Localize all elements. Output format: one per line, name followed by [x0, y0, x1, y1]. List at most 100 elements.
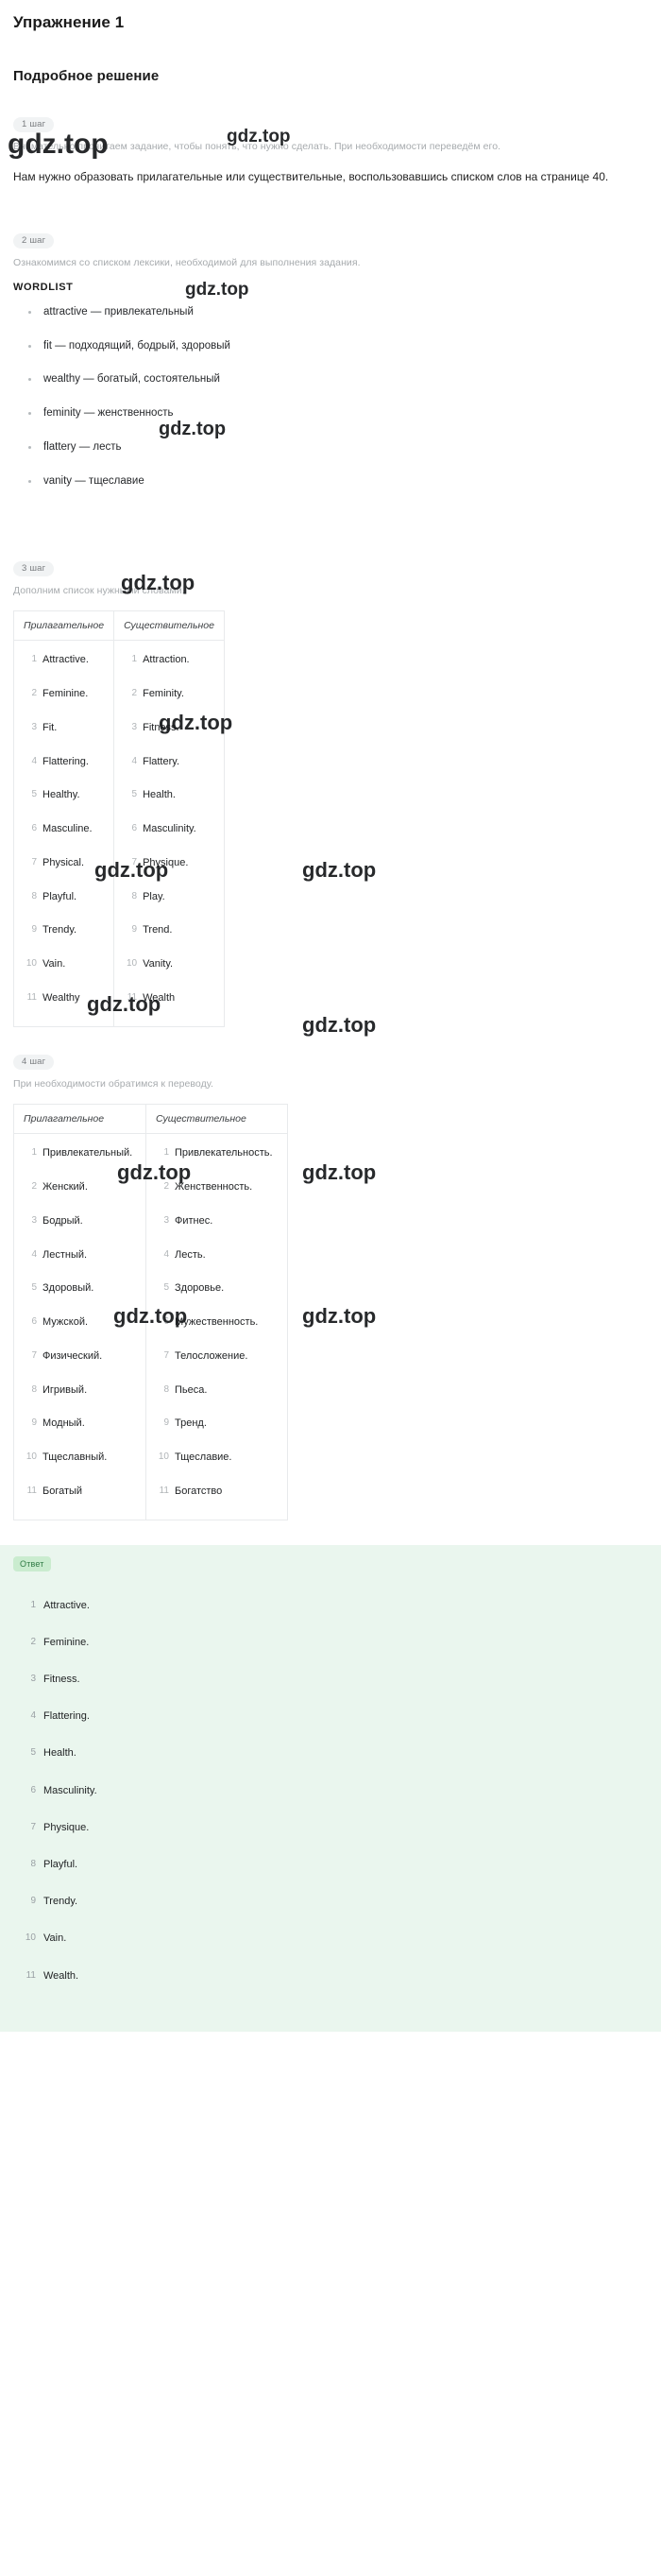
- answer-badge: Ответ: [13, 1555, 51, 1571]
- answer-list: Attractive. Feminine. Fitness. Flatterin…: [0, 1600, 661, 1983]
- list-item: Богатый: [20, 1485, 83, 1497]
- list-item: Physique.: [120, 856, 189, 868]
- list-item: feminity — женственность: [23, 407, 661, 421]
- list-item: Тренд.: [152, 1417, 207, 1430]
- list-item: Feminine.: [19, 1636, 90, 1648]
- adjective-cell: Attractive. Feminine. Fit. Flattering. H…: [12, 640, 115, 1027]
- list-item: Fit.: [20, 721, 58, 733]
- list-item: Physique.: [19, 1821, 90, 1833]
- list-item: Physical.: [20, 856, 85, 868]
- list-item: Health.: [19, 1747, 76, 1760]
- noun-cell: Attraction. Feminity. Fitness. Flattery.…: [113, 640, 225, 1027]
- list-item: Телосложение.: [152, 1349, 248, 1362]
- list-item: Flattering.: [20, 755, 89, 767]
- list-item: Wealth: [120, 991, 176, 1004]
- step-3-badge-wrap: 3 шаг: [0, 509, 661, 577]
- list-item: Masculine.: [20, 823, 93, 835]
- step-badge-4: 4 шаг: [13, 1054, 55, 1071]
- list-item: flattery — лесть: [23, 441, 661, 455]
- step-2-description: Ознакомимся со списком лексики, необходи…: [13, 257, 361, 269]
- adjective-cell: Привлекательный. Женский. Бодрый. Лестны…: [13, 1133, 146, 1520]
- list-item: fit — подходящий, бодрый, здоровый: [23, 340, 661, 353]
- step-1-badge-wrap: 1 шаг: [0, 84, 661, 133]
- wordlist-title: WORDLIST: [13, 281, 74, 293]
- list-item: Тщеславный.: [20, 1451, 108, 1464]
- list-item: Feminine.: [20, 688, 89, 700]
- list-item: Женский.: [20, 1181, 88, 1194]
- list-item: Health.: [120, 789, 176, 801]
- list-item: Бодрый.: [20, 1214, 83, 1227]
- step-2-badge-wrap: 2 шаг: [0, 189, 661, 249]
- list-item: Trend.: [120, 924, 173, 936]
- list-item: Лесть.: [152, 1248, 206, 1261]
- column-header-adjective: Прилагательное: [12, 610, 115, 642]
- list-item: Feminity.: [120, 688, 184, 700]
- answer-block: Ответ Attractive. Feminine. Fitness. Fla…: [0, 1544, 661, 2032]
- list-item: Wealthy: [20, 991, 80, 1004]
- table-header-row: Прилагательное Существительное: [12, 610, 225, 642]
- list-item: Мужской.: [20, 1316, 89, 1329]
- column-header-noun: Существительное: [113, 610, 225, 642]
- list-item: Fitness.: [19, 1674, 80, 1686]
- list-item: Тщеславие.: [152, 1451, 232, 1464]
- list-item: Flattery.: [120, 755, 180, 767]
- adjective-translation-list: Привлекательный. Женский. Бодрый. Лестны…: [14, 1134, 145, 1519]
- list-item: Пьеса.: [152, 1383, 208, 1396]
- list-item: Богатство: [152, 1485, 223, 1497]
- list-item: Vain.: [19, 1932, 67, 1945]
- list-item: Модный.: [20, 1417, 85, 1430]
- solution-page: Упражнение 1 Подробное решение 1 шаг Вни…: [0, 0, 661, 2032]
- step-3-table: Прилагательное Существительное Attractiv…: [12, 610, 225, 1027]
- list-item: Attraction.: [120, 654, 190, 666]
- list-item: Trendy.: [19, 1896, 78, 1908]
- list-item: Здоровый.: [20, 1282, 94, 1295]
- table-row: Привлекательный. Женский. Бодрый. Лестны…: [13, 1133, 288, 1520]
- page-title: Упражнение 1: [13, 13, 125, 31]
- list-item: Wealth.: [19, 1969, 79, 1982]
- table-header-row: Прилагательное Существительное: [13, 1104, 288, 1135]
- list-item: Trendy.: [20, 924, 77, 936]
- list-item: Attractive.: [19, 1599, 90, 1611]
- step-4-badge-wrap: 4 шаг: [0, 1027, 661, 1071]
- noun-translation-list: Привлекательность. Женственность. Фитнес…: [146, 1134, 287, 1519]
- step-badge-1: 1 шаг: [13, 117, 55, 133]
- list-item: Masculinity.: [120, 823, 196, 835]
- list-item: Playful.: [19, 1859, 78, 1871]
- noun-list: Attraction. Feminity. Fitness. Flattery.…: [114, 641, 224, 1025]
- list-item: Playful.: [20, 890, 77, 902]
- watermark: gdz.top: [302, 858, 377, 882]
- solution-heading: Подробное решение: [13, 68, 160, 84]
- list-item: vanity — тщеславие: [23, 475, 661, 489]
- list-item: Fitness.: [120, 721, 179, 733]
- step-4-table: Прилагательное Существительное Привлекат…: [13, 1104, 288, 1520]
- column-header-noun: Существительное: [145, 1104, 288, 1135]
- step-3-description: Дополним список нужными словами.: [13, 585, 185, 597]
- list-item: Привлекательность.: [152, 1147, 273, 1159]
- list-item: Masculinity.: [19, 1784, 97, 1796]
- table-row: Attractive. Feminine. Fit. Flattering. H…: [12, 640, 225, 1027]
- list-item: Здоровье.: [152, 1282, 225, 1295]
- wordlist: attractive — привлекательный fit — подхо…: [0, 306, 661, 489]
- list-item: attractive — привлекательный: [23, 306, 661, 319]
- list-item: Healthy.: [20, 789, 80, 801]
- list-item: wealthy — богатый, состоятельный: [23, 373, 661, 386]
- watermark: gdz.top: [302, 1160, 377, 1184]
- list-item: Женственность.: [152, 1181, 253, 1194]
- step-badge-2: 2 шаг: [13, 233, 55, 249]
- column-header-adjective: Прилагательное: [13, 1104, 146, 1135]
- watermark: gdz.top: [302, 1304, 377, 1328]
- list-item: Игривый.: [20, 1383, 88, 1396]
- step-1-description: Внимательно прочитаем задание, чтобы пон…: [13, 141, 501, 153]
- list-item: Физический.: [20, 1349, 103, 1362]
- list-item: Лестный.: [20, 1248, 88, 1261]
- step-badge-3: 3 шаг: [13, 560, 55, 577]
- list-item: Мужественность.: [152, 1316, 259, 1329]
- list-item: Фитнес.: [152, 1214, 213, 1227]
- list-item: Vain.: [20, 958, 66, 970]
- list-item: Attractive.: [20, 654, 89, 666]
- list-item: Vanity.: [120, 958, 174, 970]
- list-item: Привлекательный.: [20, 1147, 133, 1159]
- list-item: Flattering.: [19, 1710, 90, 1723]
- adjective-list: Attractive. Feminine. Fit. Flattering. H…: [14, 641, 113, 1025]
- noun-cell: Привлекательность. Женственность. Фитнес…: [145, 1133, 288, 1520]
